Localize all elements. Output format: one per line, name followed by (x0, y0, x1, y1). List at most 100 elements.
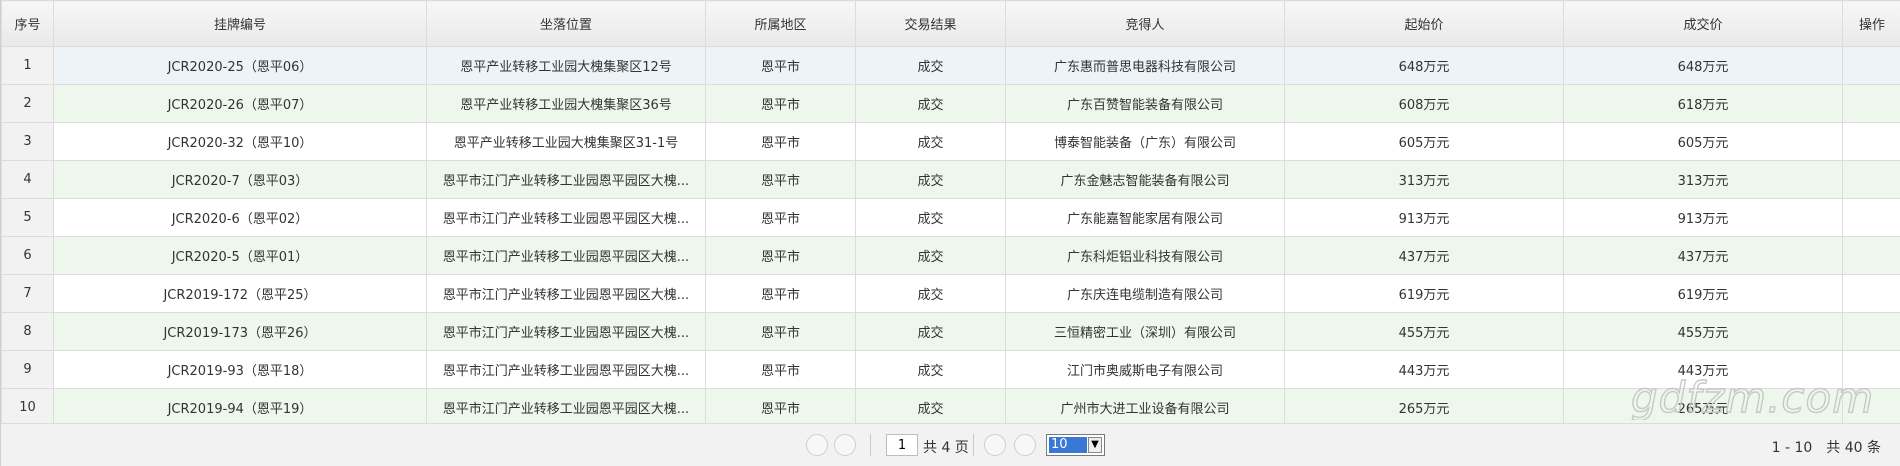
chevron-down-icon[interactable]: ▼ (1088, 437, 1102, 453)
results-grid: 序号 挂牌编号 坐落位置 所属地区 交易结果 竞得人 起始价 成交价 操作 1J… (0, 0, 1900, 466)
table-row[interactable]: 10 JCR2019-94（恩平19） 恩平市江门产业转移工业园恩平园区大槐... 恩… (1, 388, 1900, 427)
cell-location: 恩平市江门产业转移工业园恩平园区大槐... (426, 388, 706, 427)
table-row[interactable]: 4 JCR2020-7（恩平03） 恩平市江门产业转移工业园恩平园区大槐... 恩平市… (1, 160, 1900, 199)
cell-listing-code: JCR2019-94（恩平19） (53, 388, 427, 427)
cell-deal-price: 313万元 (1563, 160, 1843, 199)
cell-region: 恩平市 (705, 198, 856, 237)
cell-result: 成交 (855, 350, 1006, 389)
cell-start-price: 437万元 (1284, 236, 1564, 275)
cell-listing-code: JCR2020-7（恩平03） (53, 160, 427, 199)
cell-location: 恩平市江门产业转移工业园恩平园区大槐... (426, 160, 706, 199)
table-row[interactable]: 9 JCR2019-93（恩平18） 恩平市江门产业转移工业园恩平园区大槐... 恩平… (1, 350, 1900, 389)
table-row[interactable]: 5 JCR2020-6（恩平02） 恩平市江门产业转移工业园恩平园区大槐... 恩平市… (1, 198, 1900, 237)
cell-region: 恩平市 (705, 84, 856, 123)
cell-operation[interactable] (1842, 198, 1900, 237)
cell-region: 恩平市 (705, 388, 856, 427)
cell-index: 1 (1, 46, 54, 85)
cell-winner: 广东庆连电缆制造有限公司 (1005, 274, 1285, 313)
cell-operation[interactable] (1842, 160, 1900, 199)
cell-index: 5 (1, 198, 54, 237)
cell-start-price: 608万元 (1284, 84, 1564, 123)
cell-result: 成交 (855, 160, 1006, 199)
cell-operation[interactable] (1842, 84, 1900, 123)
pagination-bar: 共 4 页 10 ▼ 1 - 10 共 40 条 (1, 423, 1900, 466)
cell-result: 成交 (855, 198, 1006, 237)
cell-operation[interactable] (1842, 122, 1900, 161)
cell-winner: 广东科炬铝业科技有限公司 (1005, 236, 1285, 275)
prev-page-icon[interactable] (834, 434, 856, 456)
table-row[interactable]: 1 JCR2020-25（恩平06） 恩平产业转移工业园大槐集聚区12号 恩平市 成交广… (1, 46, 1900, 85)
page-size-value: 10 (1049, 437, 1087, 453)
cell-operation[interactable] (1842, 46, 1900, 85)
cell-start-price: 443万元 (1284, 350, 1564, 389)
cell-deal-price: 913万元 (1563, 198, 1843, 237)
cell-start-price: 313万元 (1284, 160, 1564, 199)
header-operation[interactable]: 操作 (1842, 0, 1900, 47)
first-page-icon[interactable] (806, 434, 828, 456)
cell-winner: 广东能嘉智能家居有限公司 (1005, 198, 1285, 237)
cell-index: 2 (1, 84, 54, 123)
header-result[interactable]: 交易结果 (855, 0, 1006, 47)
table-row[interactable]: 6 JCR2020-5（恩平01） 恩平市江门产业转移工业园恩平园区大槐... 恩平市… (1, 236, 1900, 275)
cell-region: 恩平市 (705, 274, 856, 313)
cell-region: 恩平市 (705, 350, 856, 389)
cell-winner: 广州市大进工业设备有限公司 (1005, 388, 1285, 427)
table-row[interactable]: 3 JCR2020-32（恩平10） 恩平产业转移工业园大槐集聚区31-1号 恩平市成… (1, 122, 1900, 161)
cell-deal-price: 648万元 (1563, 46, 1843, 85)
cell-result: 成交 (855, 84, 1006, 123)
watermark-logo: gdfzm.com (1630, 372, 1874, 422)
cell-index: 7 (1, 274, 54, 313)
cell-result: 成交 (855, 388, 1006, 427)
cell-region: 恩平市 (705, 312, 856, 351)
header-start-price[interactable]: 起始价 (1284, 0, 1564, 47)
table-row[interactable]: 2 JCR2020-26（恩平07） 恩平产业转移工业园大槐集聚区36号 恩平市 成交广… (1, 84, 1900, 123)
cell-winner: 广东百赞智能装备有限公司 (1005, 84, 1285, 123)
header-location[interactable]: 坐落位置 (426, 0, 706, 47)
cell-listing-code: JCR2020-25（恩平06） (53, 46, 427, 85)
cell-location: 恩平产业转移工业园大槐集聚区12号 (426, 46, 706, 85)
record-range-label: 1 - 10 共 40 条 (1771, 440, 1881, 456)
header-region[interactable]: 所属地区 (705, 0, 856, 47)
cell-location: 恩平市江门产业转移工业园恩平园区大槐... (426, 312, 706, 351)
cell-region: 恩平市 (705, 236, 856, 275)
cell-listing-code: JCR2020-5（恩平01） (53, 236, 427, 275)
cell-index: 6 (1, 236, 54, 275)
cell-index: 10 (1, 388, 54, 427)
cell-operation[interactable] (1842, 274, 1900, 313)
next-page-icon[interactable] (984, 434, 1006, 456)
cell-deal-price: 455万元 (1563, 312, 1843, 351)
cell-operation[interactable] (1842, 312, 1900, 351)
cell-operation[interactable] (1842, 236, 1900, 275)
cell-start-price: 648万元 (1284, 46, 1564, 85)
table-row[interactable]: 7 JCR2019-172（恩平25） 恩平市江门产业转移工业园恩平园区大槐... 恩… (1, 274, 1900, 313)
cell-start-price: 605万元 (1284, 122, 1564, 161)
cell-result: 成交 (855, 236, 1006, 275)
cell-winner: 广东金魅志智能装备有限公司 (1005, 160, 1285, 199)
table-header-row: 序号 挂牌编号 坐落位置 所属地区 交易结果 竞得人 起始价 成交价 操作 (1, 0, 1900, 47)
header-listing-code[interactable]: 挂牌编号 (53, 0, 427, 47)
cell-winner: 广东惠而普思电器科技有限公司 (1005, 46, 1285, 85)
cell-listing-code: JCR2019-172（恩平25） (53, 274, 427, 313)
page-number-input[interactable] (886, 434, 918, 456)
cell-start-price: 265万元 (1284, 388, 1564, 427)
cell-index: 4 (1, 160, 54, 199)
cell-region: 恩平市 (705, 46, 856, 85)
cell-result: 成交 (855, 46, 1006, 85)
cell-region: 恩平市 (705, 122, 856, 161)
last-page-icon[interactable] (1014, 434, 1036, 456)
cell-start-price: 619万元 (1284, 274, 1564, 313)
cell-location: 恩平市江门产业转移工业园恩平园区大槐... (426, 198, 706, 237)
page-size-select[interactable]: 10 ▼ (1046, 434, 1105, 456)
cell-start-price: 455万元 (1284, 312, 1564, 351)
cell-listing-code: JCR2020-32（恩平10） (53, 122, 427, 161)
cell-listing-code: JCR2020-26（恩平07） (53, 84, 427, 123)
cell-location: 恩平市江门产业转移工业园恩平园区大槐... (426, 236, 706, 275)
header-index[interactable]: 序号 (1, 0, 54, 47)
header-deal-price[interactable]: 成交价 (1563, 0, 1843, 47)
cell-result: 成交 (855, 312, 1006, 351)
cell-winner: 三恒精密工业（深圳）有限公司 (1005, 312, 1285, 351)
header-winner[interactable]: 竞得人 (1005, 0, 1285, 47)
cell-result: 成交 (855, 274, 1006, 313)
cell-result: 成交 (855, 122, 1006, 161)
table-row[interactable]: 8 JCR2019-173（恩平26） 恩平市江门产业转移工业园恩平园区大槐... 恩… (1, 312, 1900, 351)
